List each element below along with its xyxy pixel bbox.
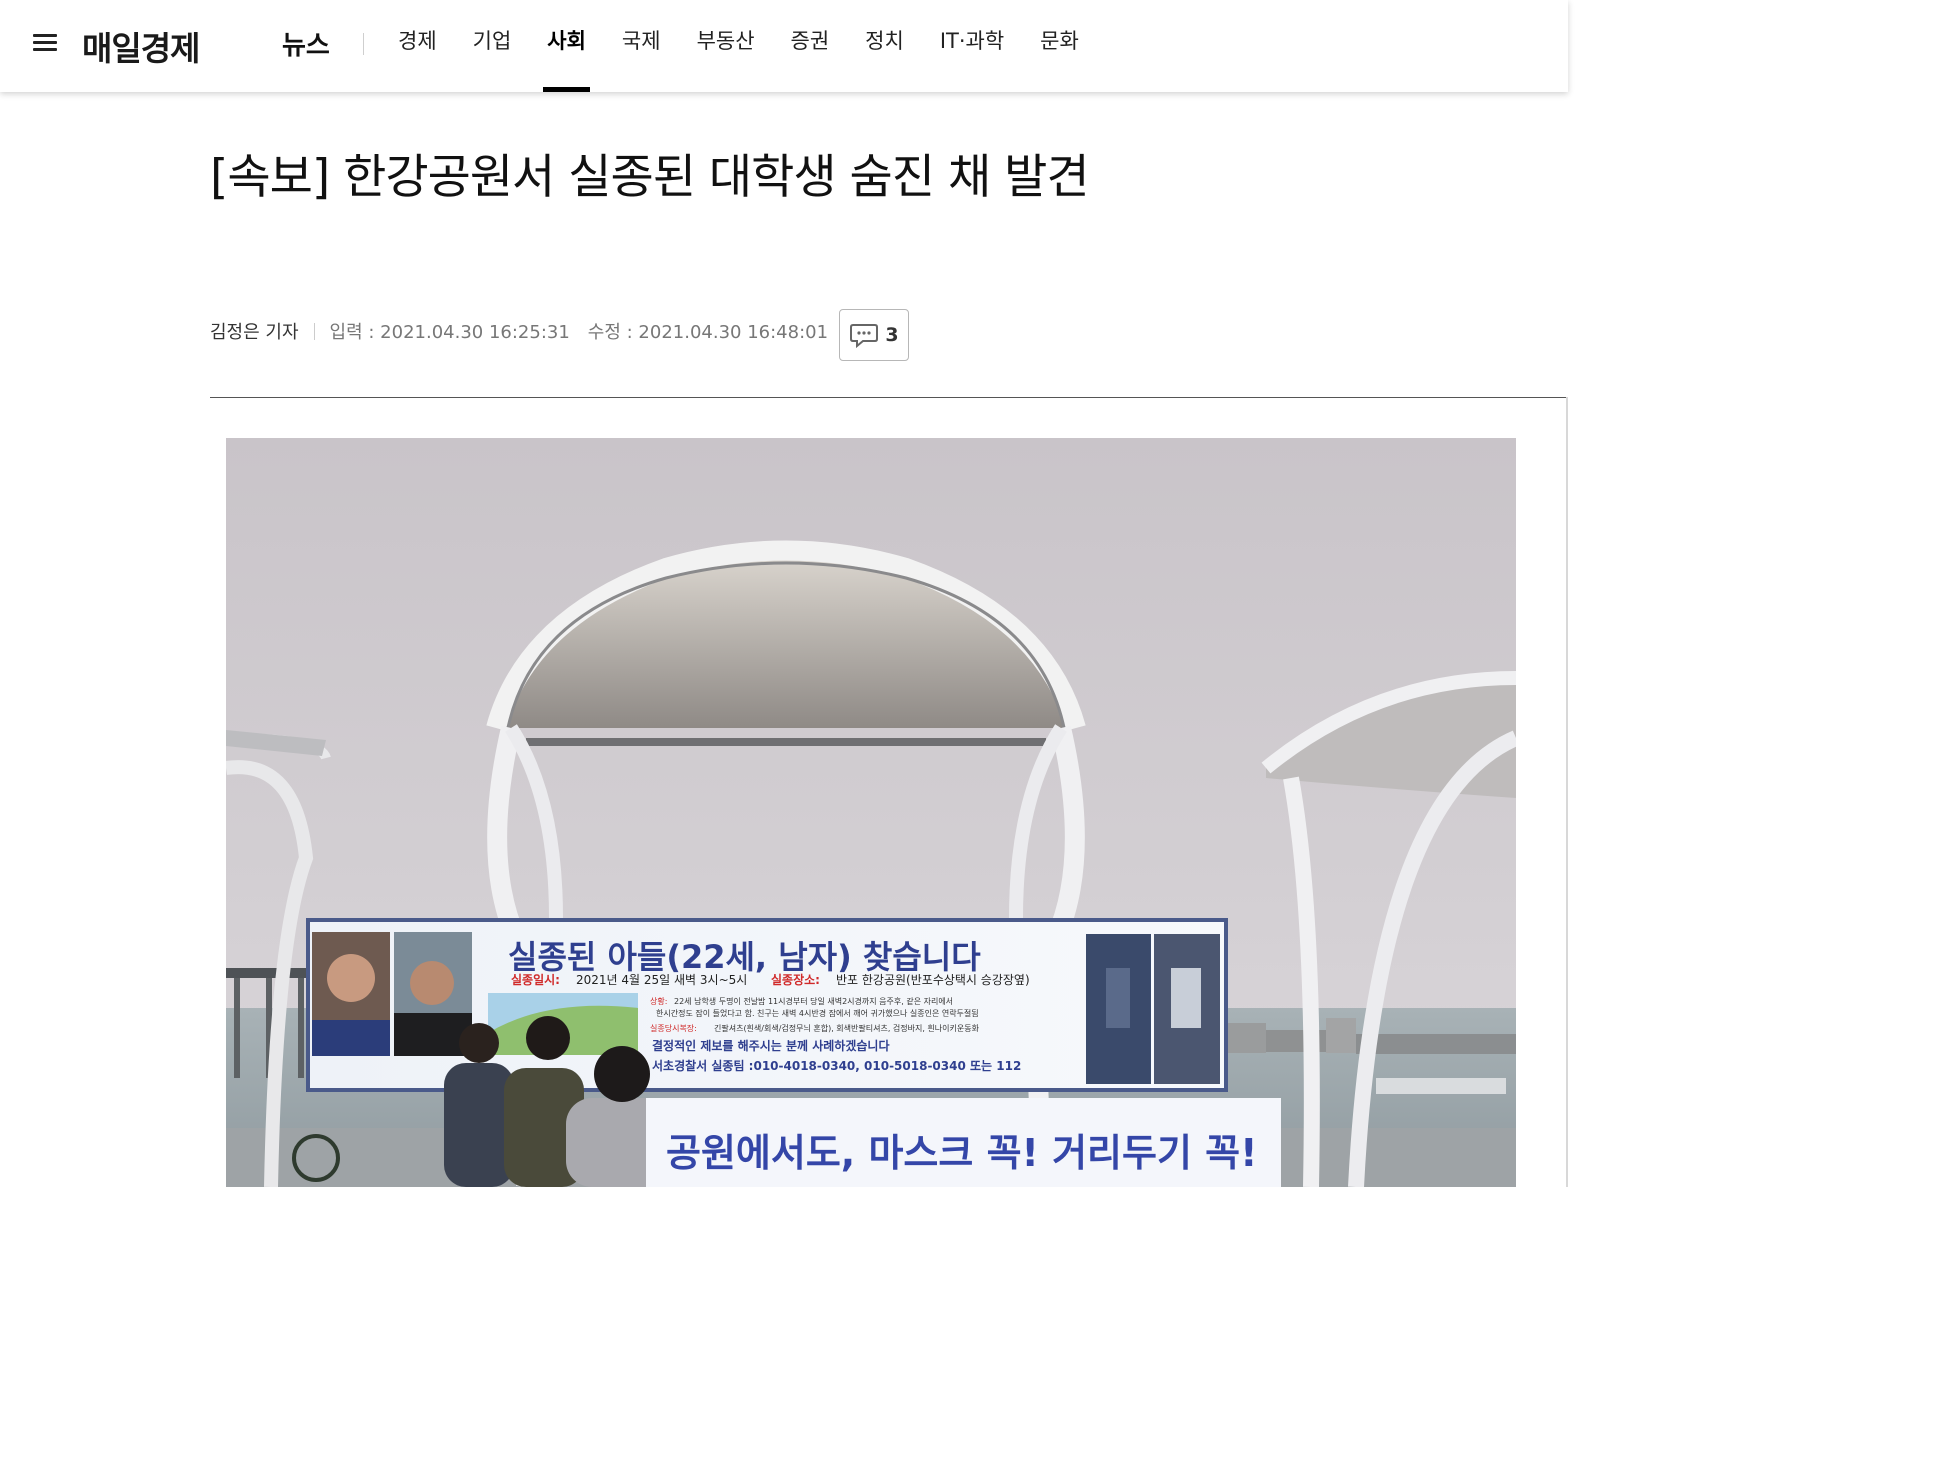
missing-person-banner: 실종된 아들(22세, 남자) 찾습니다 실종일시: 2021년 4월 25일 … xyxy=(306,918,1228,1092)
menu-item-business[interactable]: 기업 xyxy=(455,0,530,92)
menu-item-culture[interactable]: 문화 xyxy=(1022,0,1097,92)
banner-place-label: 실종장소: xyxy=(771,972,820,987)
menu-item-economy[interactable]: 경제 xyxy=(380,0,455,92)
menu-item-international[interactable]: 국제 xyxy=(604,0,679,92)
banner-contact: 서초경찰서 실종팀 :010-4018-0340, 010-5018-0340 … xyxy=(652,1058,1021,1073)
header-divider xyxy=(210,397,1568,398)
comment-icon xyxy=(850,324,879,348)
published-time: 입력 : 2021.04.30 16:25:31 xyxy=(329,322,570,343)
menu-item-politics[interactable]: 정치 xyxy=(847,0,922,92)
menu-item-society[interactable]: 사회 xyxy=(529,0,604,92)
article-headline: [속보] 한강공원서 실종된 대학생 숨진 채 발견 xyxy=(210,150,1090,205)
meta-divider xyxy=(313,322,315,340)
banner-situation-label: 상황: xyxy=(650,996,667,1006)
category-menu: 경제 기업 사회 국제 부동산 증권 정치 IT·과학 문화 xyxy=(380,0,1097,92)
menu-icon[interactable] xyxy=(33,34,57,52)
banner-title: 실종된 아들(22세, 남자) 찾습니다 xyxy=(508,938,981,976)
top-navigation-bar: 매일경제 뉴스 경제 기업 사회 국제 부동산 증권 정치 IT·과학 문화 xyxy=(0,0,1568,92)
article-author[interactable]: 김정은 기자 xyxy=(210,318,299,344)
mask-sign-text: 공원에서도, 마스크 꼭! 거리두기 꼭! xyxy=(666,1131,1257,1175)
banner-clothes: 긴팔셔츠(흰색/회색/검정무늬 혼합), 회색반팔티셔츠, 검정바지, 흰나이키… xyxy=(714,1023,980,1033)
banner-reward: 결정적인 제보를 해주시는 분께 사례하겠습니다 xyxy=(652,1038,890,1053)
banner-clothes-label: 실종당시복장: xyxy=(650,1023,697,1033)
banner-situation-1: 22세 남학생 두명이 전날밤 11시경부터 당일 새벽2시경까지 음주후, 같… xyxy=(674,996,953,1006)
menu-item-stocks[interactable]: 증권 xyxy=(773,0,848,92)
comment-button[interactable]: 3 xyxy=(839,309,909,361)
site-logo[interactable]: 매일경제 xyxy=(82,22,200,70)
menu-item-real-estate[interactable]: 부동산 xyxy=(679,0,773,92)
sidebar-edge xyxy=(1566,397,1568,1187)
banner-situation-2: 한시간정도 잠이 들었다고 함. 친구는 새벽 4시반경 잠에서 깨어 귀가했으… xyxy=(656,1008,979,1018)
mask-sign: 공원에서도, 마스크 꼭! 거리두기 꼭! xyxy=(646,1098,1281,1187)
article-meta: 김정은 기자 입력 : 2021.04.30 16:25:31 수정 : 202… xyxy=(210,318,828,344)
section-news-link[interactable]: 뉴스 xyxy=(282,25,330,62)
banner-date-label: 실종일시: xyxy=(511,972,560,987)
article-photo[interactable]: 실종된 아들(22세, 남자) 찾습니다 실종일시: 2021년 4월 25일 … xyxy=(226,438,1516,1187)
banner-place: 반포 한강공원(반포수상택시 승강장옆) xyxy=(836,973,1030,987)
comment-count: 3 xyxy=(885,324,899,346)
nav-divider xyxy=(363,33,364,55)
banner-date: 2021년 4월 25일 새벽 3시~5시 xyxy=(576,973,747,987)
menu-item-it-science[interactable]: IT·과학 xyxy=(922,0,1022,92)
modified-time: 수정 : 2021.04.30 16:48:01 xyxy=(587,322,829,343)
